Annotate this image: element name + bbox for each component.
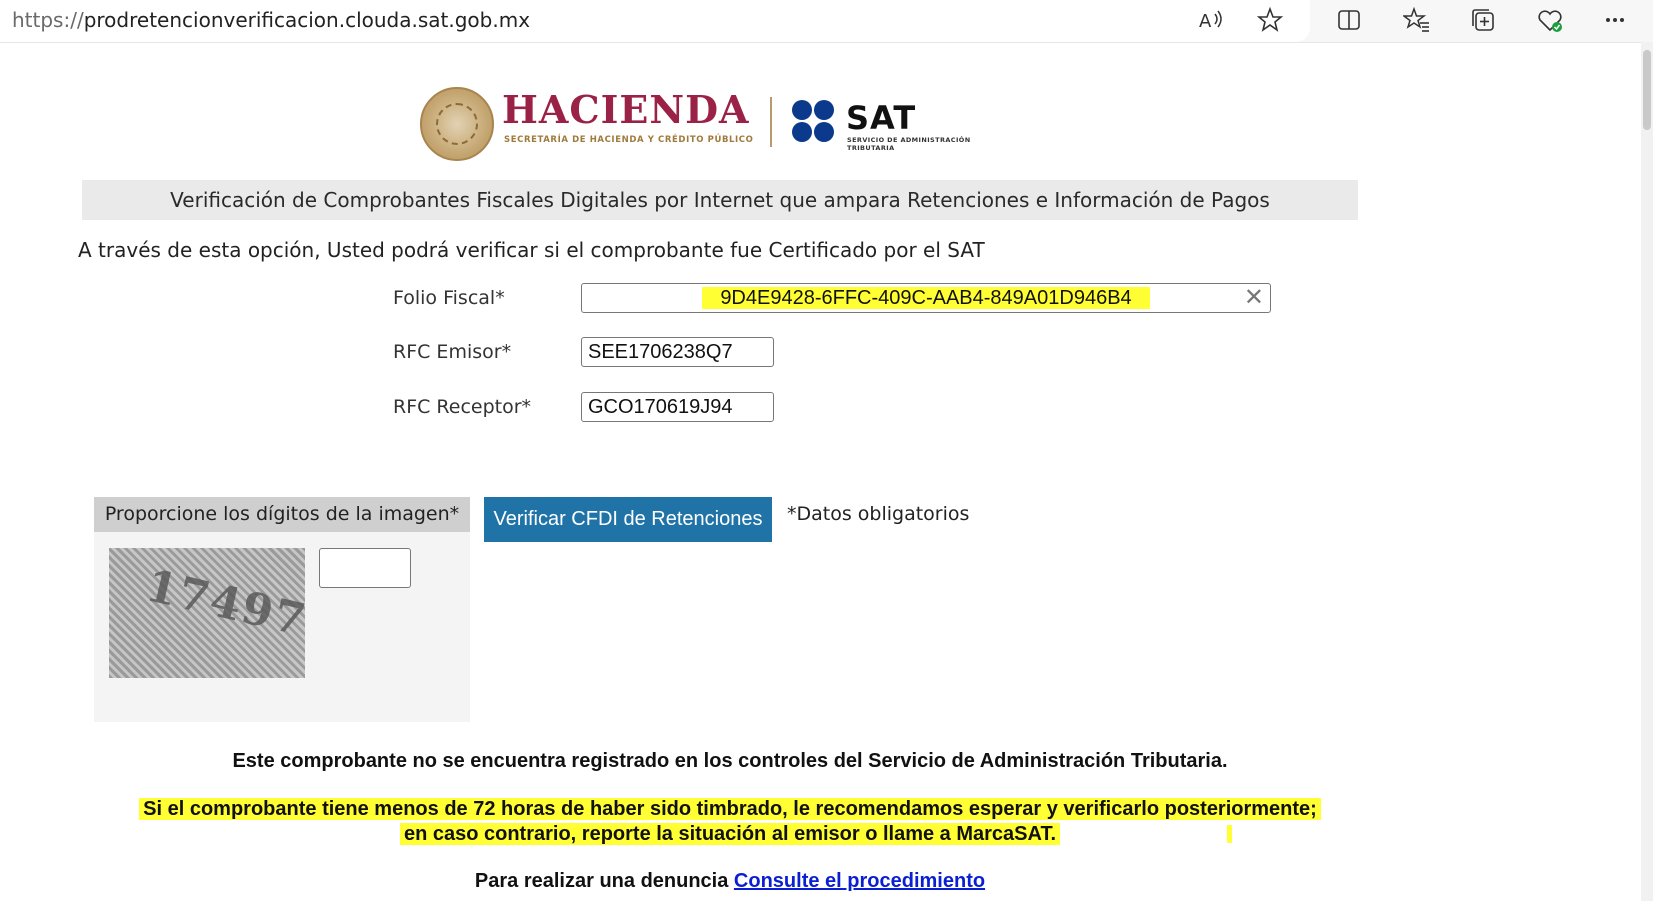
captcha-panel: 17497 [94,532,470,722]
highlight-mark [1227,825,1232,843]
collections-icon[interactable] [1468,6,1498,36]
sat-subtitle: SERVICIO DE ADMINISTRACIÓN TRIBUTARIA [847,136,971,152]
url-scheme: https:// [12,8,84,32]
sat-title: SAT [846,99,917,137]
captcha-image: 17497 [109,548,305,678]
header-logos: HACIENDA SECRETARÍA DE HACIENDA Y CRÉDIT… [420,85,1020,161]
url-host: prodretencionverificacion.clouda.sat.gob… [83,8,531,32]
clear-x-icon[interactable]: ✕ [1244,284,1264,312]
captcha-heading: Proporcione los dígitos de la imagen* [94,497,470,532]
rfc-receptor-input[interactable]: GCO170619J94 [581,392,774,422]
mexico-seal-icon [420,87,494,161]
sat-logo-icon [792,100,836,144]
not-registered-message: Este comprobante no se encuentra registr… [232,750,1228,772]
rfc-receptor-label: RFC Receptor* [393,396,532,418]
browser-essentials-icon[interactable] [1535,6,1565,36]
folio-fiscal-input[interactable]: 9D4E9428-6FFC-409C-AAB4-849A01D946B4 ✕ [581,283,1271,313]
seal-emblem [436,103,478,145]
favorites-icon[interactable] [1401,6,1432,36]
folio-fiscal-label: Folio Fiscal* [393,287,505,309]
captcha-digits: 17497 [141,560,305,647]
folio-fiscal-value: 9D4E9428-6FFC-409C-AAB4-849A01D946B4 [702,287,1150,309]
advice-message: Si el comprobante tiene menos de 72 hora… [0,797,1460,847]
browser-toolbar: https://prodretencionverificacion.clouda… [0,0,1653,43]
rfc-emisor-input[interactable]: SEE1706238Q7 [581,337,774,367]
consult-procedure-link[interactable]: Consulte el procedimiento [734,870,985,892]
read-aloud-icon[interactable]: A [1195,6,1225,36]
more-icon[interactable] [1600,6,1630,36]
complaint-line: Para realizar una denuncia Consulte el p… [0,870,1460,893]
split-screen-icon[interactable] [1334,6,1364,36]
svg-text:A: A [1199,11,1212,32]
address-url[interactable]: https://prodretencionverificacion.clouda… [12,8,530,32]
captcha-input[interactable] [319,548,411,588]
page-scrollbar[interactable] [1641,42,1653,901]
advice-line-2: en caso contrario, reporte la situación … [399,823,1061,845]
advice-line-1: Si el comprobante tiene menos de 72 hora… [139,798,1321,820]
complaint-prefix: Para realizar una denuncia [474,870,729,892]
address-bar[interactable]: https://prodretencionverificacion.clouda… [0,0,1310,42]
required-fields-note: *Datos obligatorios [787,503,970,525]
verify-cfdi-button[interactable]: Verificar CFDI de Retenciones [484,497,772,542]
scrollbar-thumb[interactable] [1643,50,1651,130]
page-title: Verificación de Comprobantes Fiscales Di… [82,180,1358,220]
intro-text: A través de esta opción, Usted podrá ver… [78,238,985,262]
hacienda-subtitle: SECRETARÍA DE HACIENDA Y CRÉDITO PÚBLICO [504,135,754,145]
rfc-emisor-label: RFC Emisor* [393,341,512,363]
hacienda-title: HACIENDA [502,87,750,132]
logo-divider [770,97,772,147]
favorite-star-icon[interactable] [1255,6,1285,36]
